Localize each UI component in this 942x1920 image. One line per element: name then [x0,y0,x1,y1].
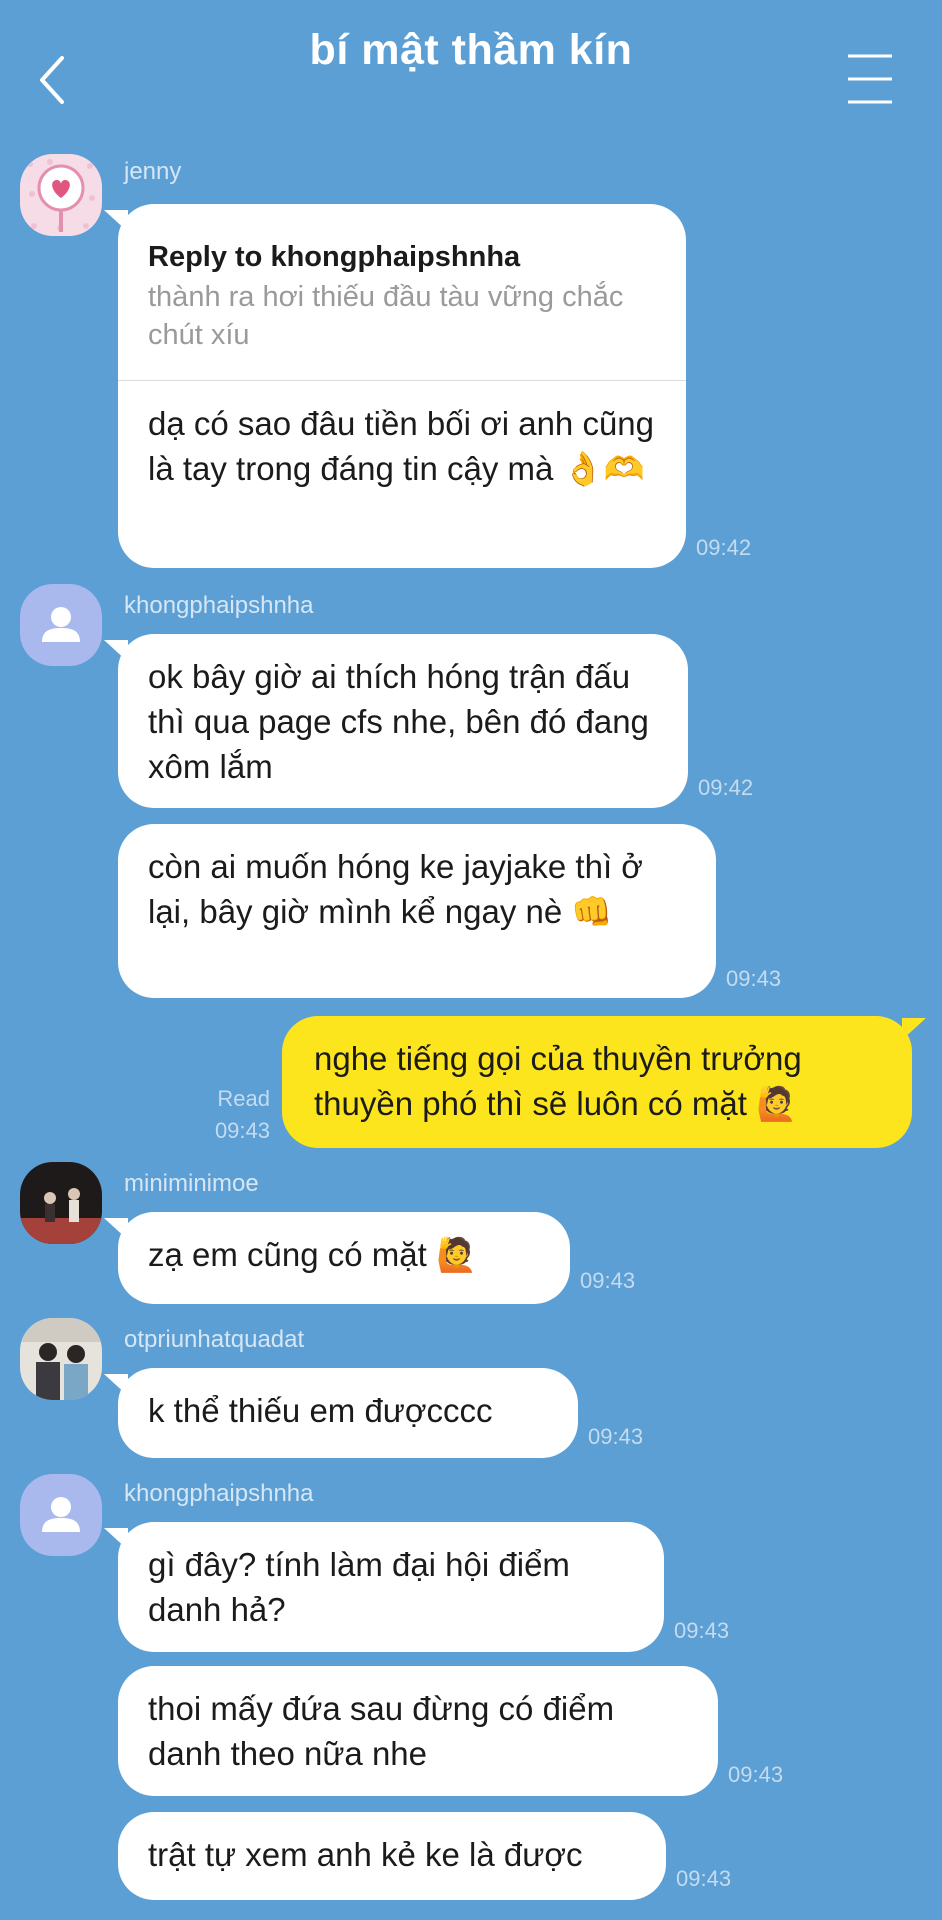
message-text: nghe tiếng gọi của thuyền trưởng thuyền … [314,1040,802,1122]
message-bubble[interactable]: gì đây? tính làm đại hội điểm danh hả? [104,1522,664,1652]
sender-name: miniminimoe [124,1170,259,1197]
message-text: trật tự xem anh kẻ ke là được [148,1836,583,1873]
reply-snippet: thành ra hơi thiếu đầu tàu vững chắc chú… [148,281,624,351]
message-text: zạ em cũng có mặt 🙋 [148,1236,478,1273]
chat-header: bí mật thầm kín [0,0,942,150]
concert-photo-avatar-icon [20,1162,102,1244]
message-time: 09:43 [580,1268,636,1293]
avatar-jenny[interactable] [20,154,102,236]
message-time: 09:43 [676,1866,732,1891]
message-text: k thể thiếu em đượcccc [148,1392,493,1429]
sender-name: khongphaipshnha [124,592,314,619]
avatar-khongphaipshnha[interactable] [20,584,102,666]
hamburger-menu-icon [848,54,892,104]
message-bubble[interactable]: zạ em cũng có mặt 🙋 [104,1212,570,1304]
chat-title: bí mật thầm kín [309,26,633,74]
message-bubble[interactable]: thoi mấy đứa sau đừng có điểm danh theo … [118,1666,718,1796]
avatar-otpriunhatquadat[interactable] [20,1318,102,1400]
default-user-avatar-icon [20,1474,102,1556]
message-bubble[interactable]: trật tự xem anh kẻ ke là được [118,1812,666,1900]
message-time: 09:42 [698,775,754,800]
message-time: 09:43 [588,1424,644,1449]
menu-button[interactable] [846,52,894,106]
avatar-khongphaipshnha[interactable] [20,1474,102,1556]
reply-quote[interactable]: Reply to khongphaipshnha thành ra hơi th… [118,204,686,381]
avatar-miniminimoe[interactable] [20,1162,102,1244]
default-user-avatar-icon [20,584,102,666]
message-text: ok bây giờ ai thích hóng trận đấu thì qu… [148,658,649,785]
message-text: thoi mấy đứa sau đừng có điểm danh theo … [148,1690,615,1772]
message-time: 09:43 [728,1762,784,1787]
message-text: còn ai muốn hóng ke jayjake thì ở lại, b… [148,848,643,930]
reply-title: Reply to khongphaipshnha [148,241,521,273]
read-receipt: Read [217,1086,270,1111]
message-text: gì đây? tính làm đại hội điểm danh hả? [148,1546,570,1628]
lollipop-heart-avatar-icon [20,154,102,236]
message-text: dạ có sao đâu tiền bối ơi anh cũng là ta… [148,405,655,487]
outgoing-message-bubble[interactable]: nghe tiếng gọi của thuyền trưởng thuyền … [282,1016,926,1148]
message-time: 09:43 [674,1618,730,1643]
message-bubble[interactable]: ok bây giờ ai thích hóng trận đấu thì qu… [104,634,688,808]
message-time: 09:43 [214,1118,270,1143]
sender-name: otpriunhatquadat [124,1326,305,1353]
sender-name: jenny [124,158,182,185]
message-bubble[interactable]: còn ai muốn hóng ke jayjake thì ở lại, b… [118,824,716,998]
two-people-photo-avatar-icon [20,1318,102,1400]
sender-name: khongphaipshnha [124,1480,314,1507]
message-bubble[interactable]: Reply to khongphaipshnha thành ra hơi th… [104,204,686,568]
message-time: 09:43 [726,966,782,991]
message-bubble[interactable]: k thể thiếu em đượcccc [104,1368,578,1458]
message-time: 09:42 [696,535,752,560]
